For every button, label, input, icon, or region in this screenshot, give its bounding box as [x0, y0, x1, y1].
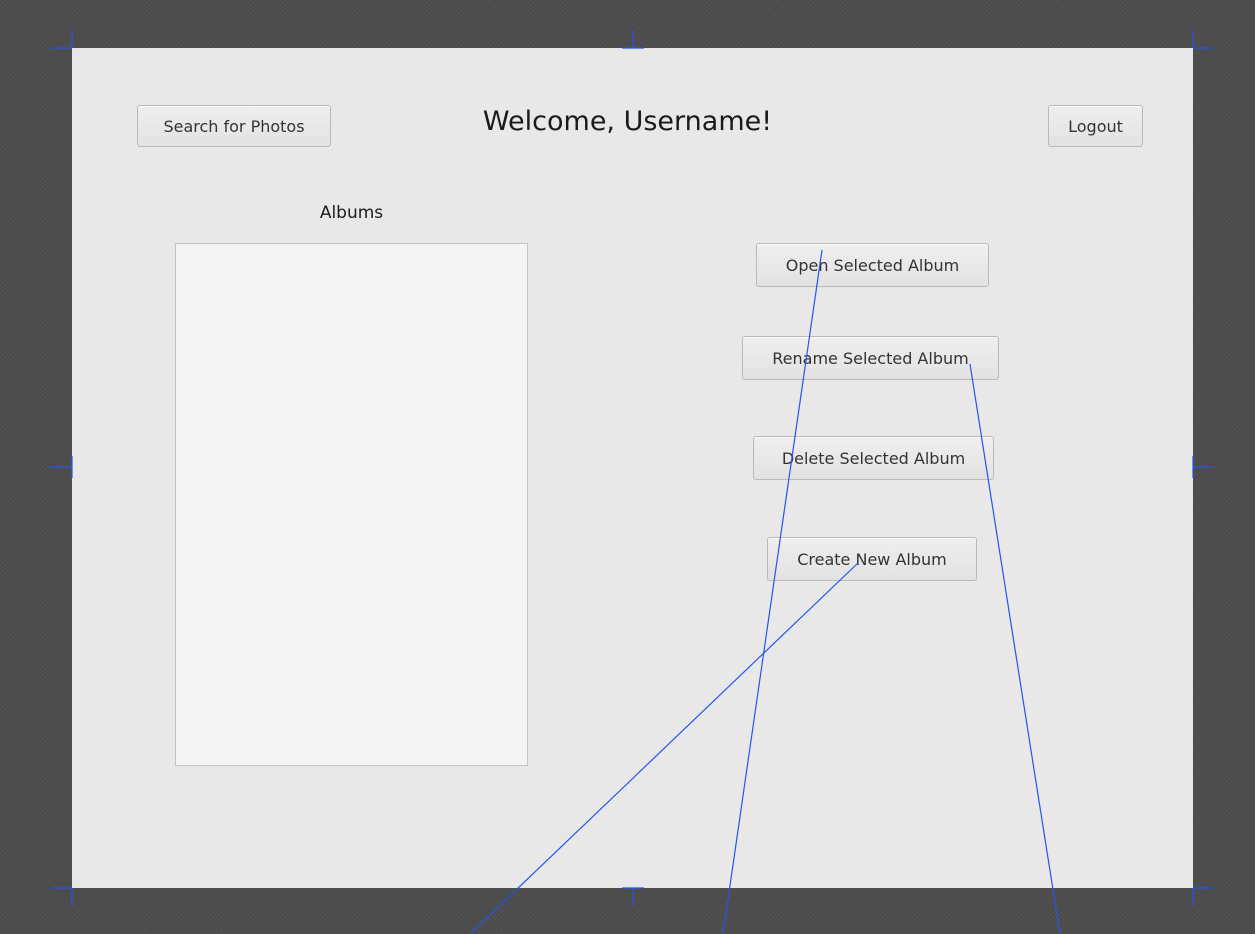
edge-marker-top [622, 30, 644, 49]
corner-marker-bottom-left [50, 887, 73, 906]
edge-marker-bottom [622, 887, 644, 906]
corner-marker-bottom-right [1192, 887, 1213, 906]
albums-list[interactable] [175, 243, 528, 766]
albums-label: Albums [319, 203, 384, 223]
edge-marker-left [50, 456, 73, 478]
rename-selected-album-button[interactable]: Rename Selected Album [742, 336, 999, 380]
delete-selected-album-button[interactable]: Delete Selected Album [753, 436, 994, 480]
edge-marker-right [1192, 456, 1213, 478]
corner-marker-top-right [1192, 30, 1213, 49]
create-new-album-button[interactable]: Create New Album [767, 537, 977, 581]
open-selected-album-button[interactable]: Open Selected Album [756, 243, 989, 287]
logout-button[interactable]: Logout [1048, 105, 1143, 147]
corner-marker-top-left [50, 30, 73, 49]
